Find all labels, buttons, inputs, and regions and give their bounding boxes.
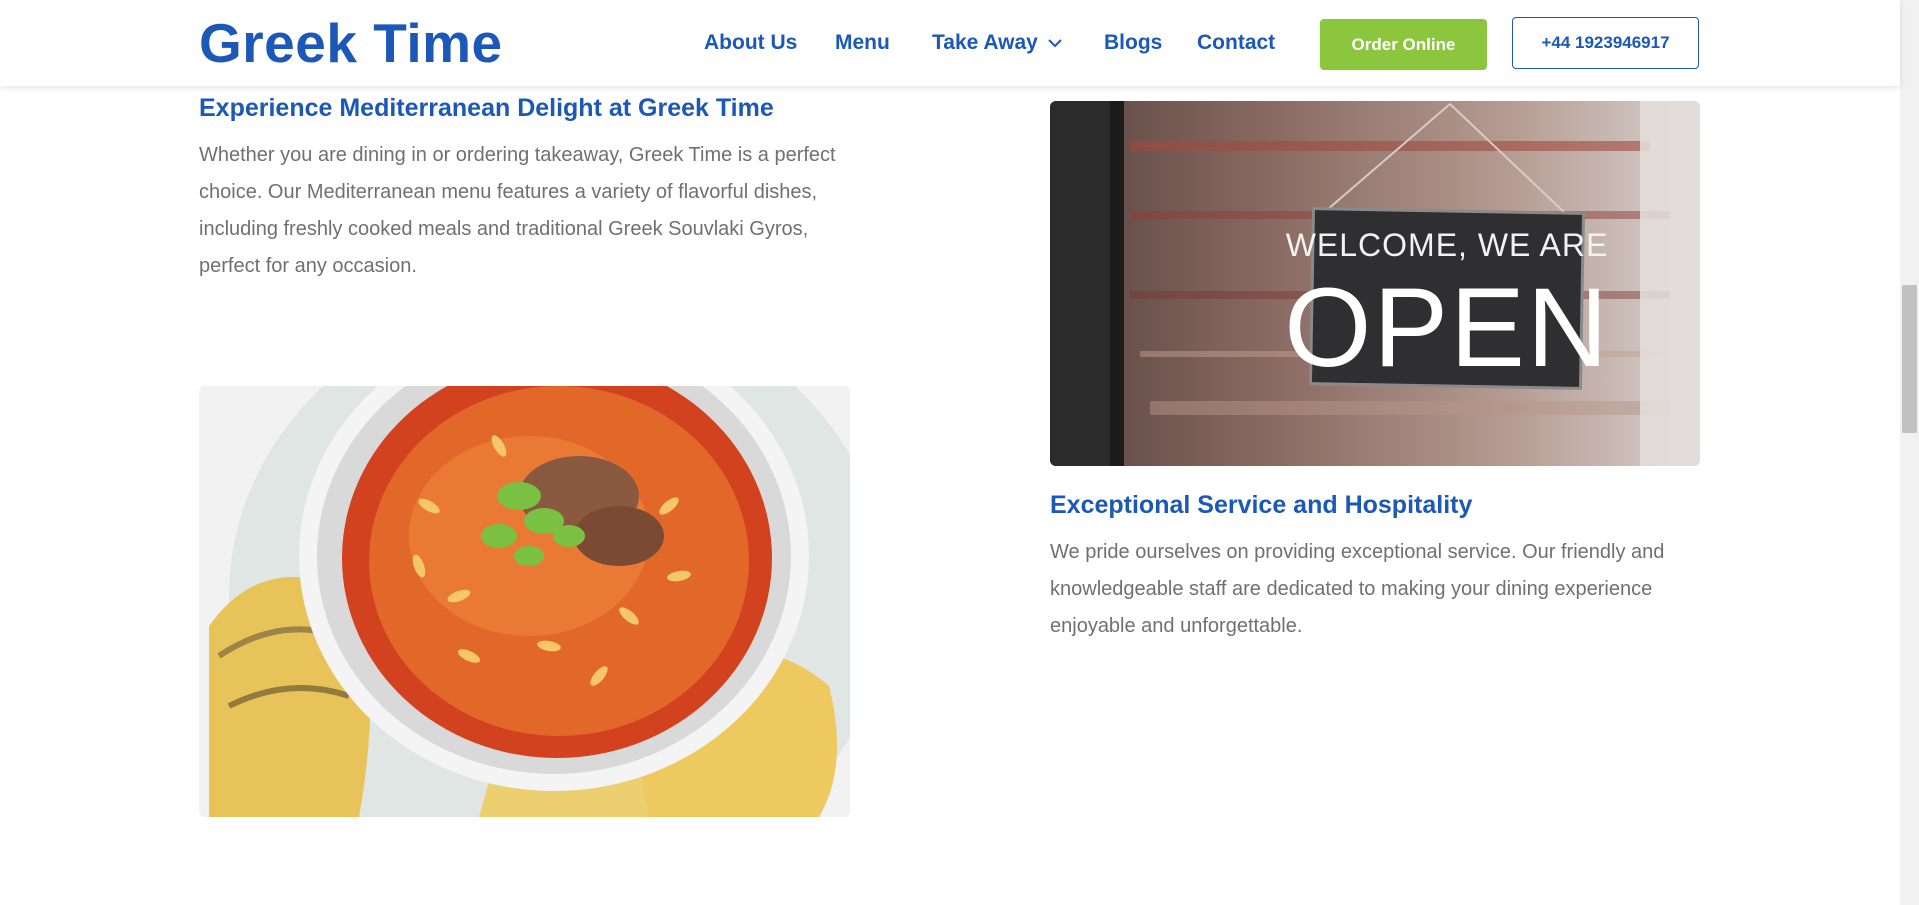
open-sign-line1: WELCOME, WE ARE (1286, 227, 1609, 263)
nav-item-about-us[interactable]: About Us (704, 30, 797, 56)
open-sign-image: WELCOME, WE ARE OPEN (1050, 101, 1700, 466)
open-sign-line2: OPEN (1284, 265, 1609, 390)
orzo-soup-image (199, 386, 850, 817)
nav-item-menu[interactable]: Menu (835, 30, 890, 56)
site-header: Greek Time About Us Menu Take Away Blogs… (0, 0, 1900, 86)
orzo-soup-illustration (199, 386, 850, 817)
chevron-down-icon (1048, 39, 1062, 48)
open-sign-illustration: WELCOME, WE ARE OPEN (1050, 101, 1700, 466)
nav-item-take-away[interactable]: Take Away (932, 30, 1062, 56)
page-scrollbar-thumb[interactable] (1902, 285, 1917, 433)
nav-item-blogs[interactable]: Blogs (1104, 30, 1162, 56)
phone-button[interactable]: +44 1923946917 (1512, 17, 1699, 69)
nav-item-contact[interactable]: Contact (1197, 30, 1275, 56)
page-scrollbar-track[interactable] (1900, 0, 1919, 905)
nav-item-take-away-label: Take Away (932, 31, 1038, 54)
section-text-service: We pride ourselves on providing exceptio… (1050, 541, 1665, 637)
order-online-button[interactable]: Order Online (1320, 19, 1487, 70)
section-heading-mediterranean: Experience Mediterranean Delight at Gree… (199, 94, 774, 122)
site-logo[interactable]: Greek Time (199, 10, 503, 76)
section-text-mediterranean: Whether you are dining in or ordering ta… (199, 144, 836, 277)
section-heading-service: Exceptional Service and Hospitality (1050, 491, 1473, 519)
